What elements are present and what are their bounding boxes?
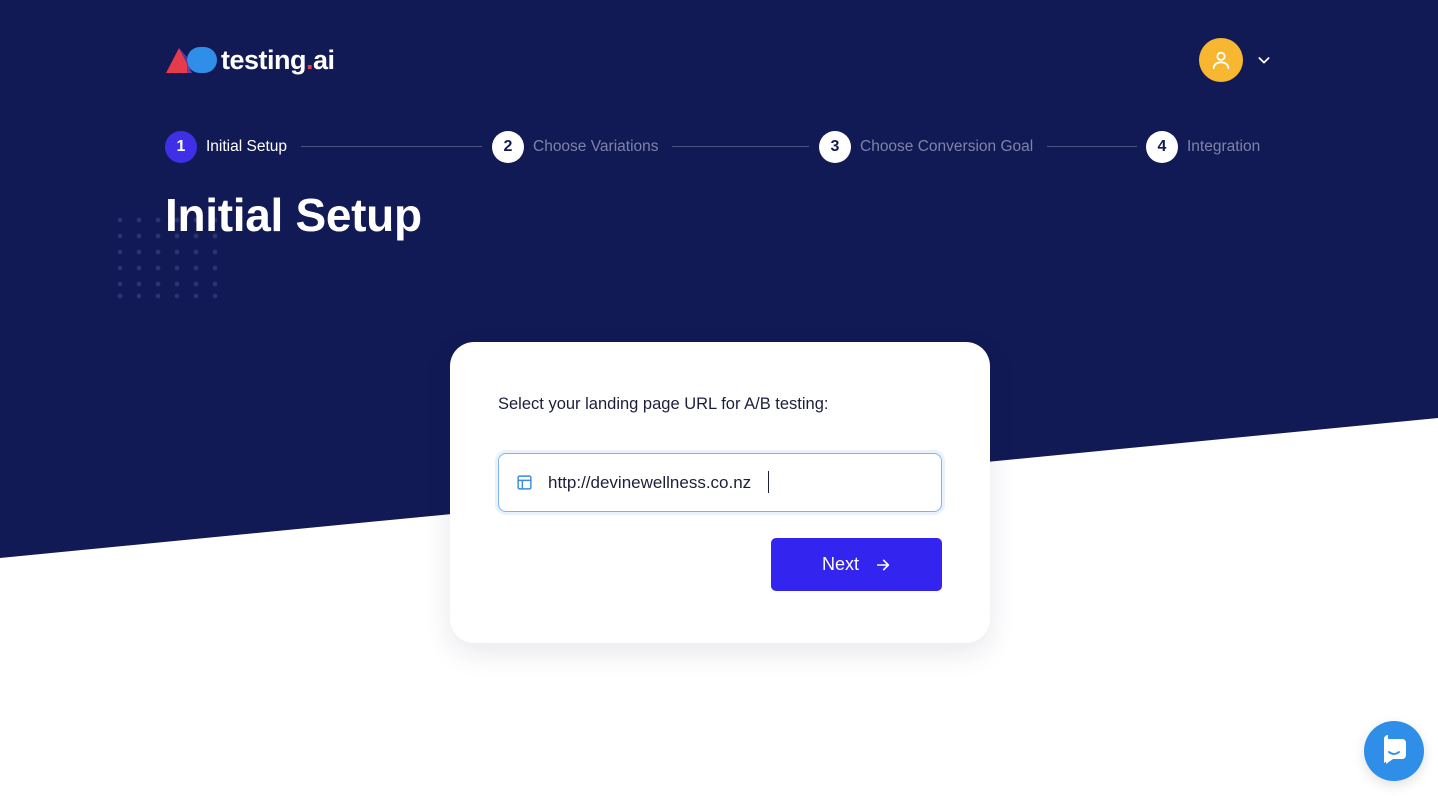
arrow-right-icon [875, 557, 891, 573]
chat-bubble-icon [1384, 735, 1406, 764]
url-input-field[interactable] [498, 453, 942, 512]
logo-text: testing.ai [221, 45, 335, 75]
url-input[interactable] [548, 462, 908, 503]
progress-stepper: 1 Initial Setup 2 Choose Variations 3 Ch… [165, 131, 1273, 163]
step-number: 4 [1146, 131, 1178, 163]
page-title: Initial Setup [165, 189, 422, 241]
brand-logo[interactable]: testing.ai [165, 42, 335, 78]
step-connector [301, 146, 482, 147]
layout-icon [515, 474, 533, 492]
step-label: Choose Variations [533, 138, 659, 155]
top-header: testing.ai [165, 38, 1273, 82]
ab-logo-icon [165, 45, 219, 75]
text-caret [768, 471, 769, 493]
step-label: Choose Conversion Goal [860, 138, 1034, 155]
step-integration[interactable]: 4 Integration [1146, 131, 1260, 163]
step-initial-setup[interactable]: 1 Initial Setup [165, 131, 287, 163]
step-label: Initial Setup [206, 138, 287, 155]
step-choose-conversion-goal[interactable]: 3 Choose Conversion Goal [819, 131, 1033, 163]
user-icon [1212, 51, 1230, 70]
step-number: 2 [492, 131, 524, 163]
next-button-label: Next [821, 554, 859, 574]
step-label: Integration [1187, 138, 1261, 155]
setup-card: Select your landing page URL for A/B tes… [450, 342, 990, 643]
url-prompt-label: Select your landing page URL for A/B tes… [498, 395, 829, 413]
chevron-down-icon[interactable] [1255, 51, 1273, 69]
user-avatar[interactable] [1199, 38, 1243, 82]
step-connector [672, 146, 809, 147]
step-connector [1047, 146, 1137, 147]
step-number: 3 [819, 131, 851, 163]
user-menu[interactable] [1199, 38, 1273, 82]
chat-launcher-button[interactable] [1364, 721, 1424, 781]
step-number: 1 [165, 131, 197, 163]
next-button[interactable]: Next [771, 538, 942, 591]
step-choose-variations[interactable]: 2 Choose Variations [492, 131, 659, 163]
